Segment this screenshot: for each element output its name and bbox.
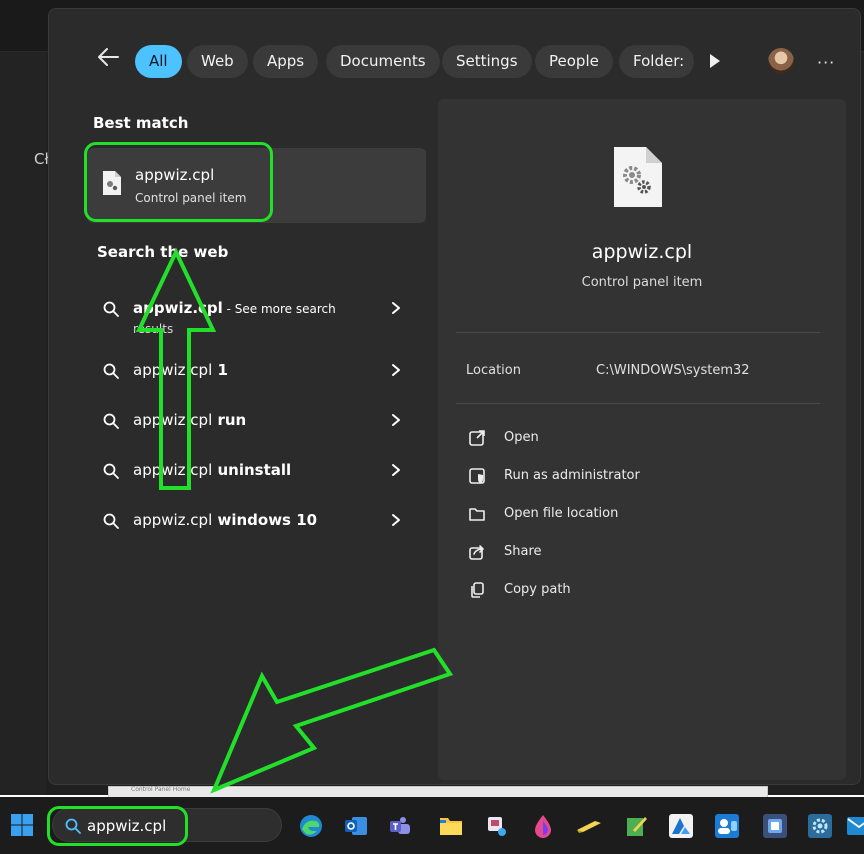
detail-title: appwiz.cpl [591, 241, 693, 263]
web-result-bold: run [212, 411, 247, 429]
web-result-bold: windows 10 [212, 511, 318, 529]
mail-app-icon[interactable] [845, 811, 864, 841]
detail-pane: appwiz.cpl Control panel item Location C… [438, 99, 846, 780]
tab-people[interactable]: People [535, 45, 613, 78]
action-label: Copy path [504, 582, 571, 597]
preview-text: Control Panel Home [131, 786, 191, 793]
people-app-icon[interactable] [712, 811, 742, 841]
tab-settings[interactable]: Settings [442, 45, 532, 78]
web-result-label: appwiz.cpl run [133, 411, 246, 429]
tab-documents[interactable]: Documents [326, 45, 440, 78]
web-result-prefix: appwiz.cpl [133, 361, 213, 379]
search-web-heading: Search the web [97, 243, 229, 261]
tab-all[interactable]: All [135, 45, 182, 78]
web-result-label: appwiz.cpl 1 [133, 361, 228, 379]
web-result-prefix: appwiz.cpl [133, 511, 213, 529]
action-open[interactable]: Open [468, 427, 668, 451]
web-result-query: appwiz.cpl [133, 299, 223, 317]
search-icon [103, 301, 119, 317]
browser-app-icon[interactable] [296, 811, 326, 841]
search-icon [103, 463, 119, 479]
web-result-bold: uninstall [212, 461, 292, 479]
best-match-type: Control panel item [135, 191, 247, 205]
background-text: Cł [34, 150, 49, 168]
filter-bar: All Web Apps Documents Settings People F… [49, 9, 860, 97]
teams-app-icon[interactable] [385, 811, 415, 841]
web-result-windows-10[interactable]: appwiz.cpl windows 10 [87, 499, 426, 543]
copy-icon [471, 582, 484, 598]
control-panel-file-icon [614, 147, 662, 207]
profile-avatar[interactable] [768, 48, 794, 74]
tab-web[interactable]: Web [187, 45, 248, 78]
divider [456, 332, 820, 333]
more-options-icon[interactable]: ··· [817, 53, 835, 72]
pen-app-icon[interactable] [574, 811, 604, 841]
taskbar-search-box[interactable] [52, 808, 282, 842]
snip-app-icon[interactable] [481, 811, 511, 841]
taskbar [0, 797, 864, 854]
web-result-prefix: appwiz.cpl [133, 411, 213, 429]
web-result-suffix: - See more search [222, 302, 336, 316]
file-explorer-app-icon[interactable] [436, 811, 466, 841]
search-icon [103, 363, 119, 379]
outlook-app-icon[interactable] [341, 811, 371, 841]
chevron-right-icon [392, 414, 400, 426]
best-match-name: appwiz.cpl [135, 166, 215, 184]
web-result-label: appwiz.cpl uninstall [133, 461, 291, 479]
shield-admin-icon [469, 468, 485, 484]
folder-icon [469, 508, 485, 521]
web-result-uninstall[interactable]: appwiz.cpl uninstall [87, 449, 426, 493]
back-arrow-icon[interactable] [97, 47, 119, 67]
search-icon [103, 413, 119, 429]
share-icon [469, 545, 484, 560]
web-result-label: appwiz.cpl windows 10 [133, 511, 317, 529]
action-run-as-administrator[interactable]: Run as administrator [468, 465, 688, 489]
action-label: Open file location [504, 506, 619, 521]
web-result-1[interactable]: appwiz.cpl 1 [87, 349, 426, 393]
chevron-right-icon [392, 302, 400, 314]
tab-folders[interactable]: Folder: [619, 45, 694, 78]
chevron-right-icon [392, 364, 400, 376]
tab-apps[interactable]: Apps [253, 45, 319, 78]
action-label: Open [504, 430, 539, 445]
web-result-bold: 1 [212, 361, 228, 379]
best-match-heading: Best match [93, 114, 189, 132]
search-icon [103, 513, 119, 529]
location-value: C:\WINDOWS\system32 [596, 363, 750, 378]
divider [456, 403, 820, 404]
action-label: Run as administrator [504, 468, 640, 483]
scroll-tabs-right-icon[interactable] [709, 53, 721, 69]
chevron-right-icon [392, 464, 400, 476]
store-app-icon[interactable] [760, 811, 790, 841]
web-result-sub: results [133, 322, 174, 336]
web-result-run[interactable]: appwiz.cpl run [87, 399, 426, 443]
control-panel-file-icon [103, 171, 121, 195]
azure-app-icon[interactable] [666, 811, 696, 841]
web-result-see-more[interactable]: appwiz.cpl - See more search results [87, 287, 426, 336]
paint-app-icon[interactable] [528, 811, 558, 841]
action-share[interactable]: Share [468, 541, 668, 565]
action-label: Share [504, 544, 542, 559]
location-label: Location [466, 363, 521, 378]
best-match-result[interactable]: appwiz.cpl Control panel item [87, 148, 426, 223]
open-external-icon [469, 430, 485, 446]
web-result-label: appwiz.cpl - See more search [133, 299, 336, 317]
settings-app-icon[interactable] [805, 811, 835, 841]
search-icon [65, 818, 81, 834]
taskbar-search-input[interactable] [87, 815, 267, 837]
action-copy-path[interactable]: Copy path [468, 579, 668, 603]
notes-app-icon[interactable] [621, 811, 651, 841]
action-open-file-location[interactable]: Open file location [468, 503, 688, 527]
start-search-panel: All Web Apps Documents Settings People F… [48, 8, 861, 785]
start-windows-icon[interactable] [10, 813, 34, 837]
detail-type: Control panel item [581, 275, 703, 290]
web-result-prefix: appwiz.cpl [133, 461, 213, 479]
chevron-right-icon [392, 514, 400, 526]
